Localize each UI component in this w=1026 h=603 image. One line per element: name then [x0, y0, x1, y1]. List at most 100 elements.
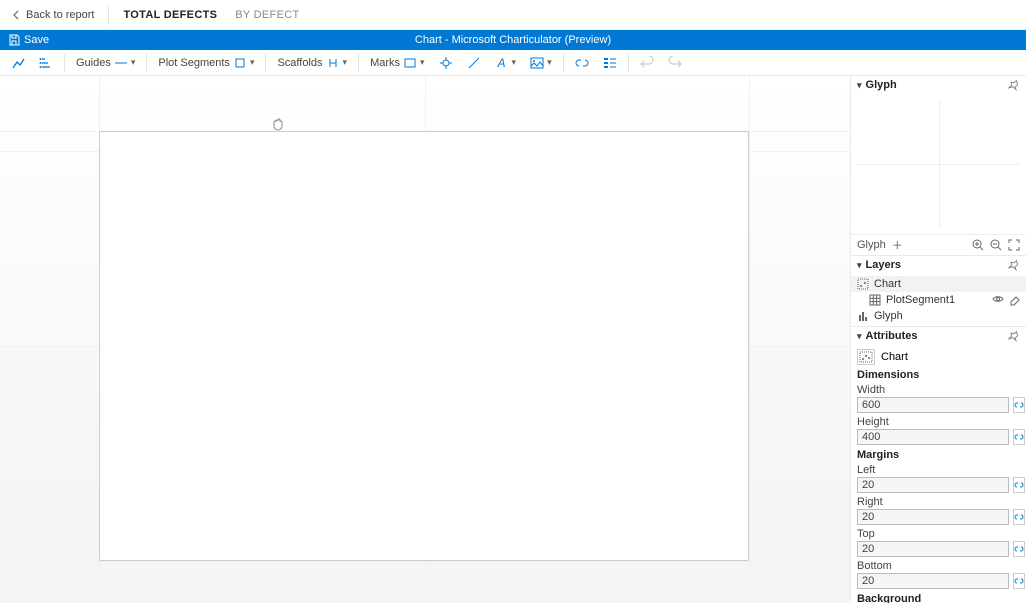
grid-icon [869, 294, 881, 306]
scaffolds-label: Scaffolds [277, 57, 322, 69]
glyph-panel-title: Glyph [866, 79, 897, 91]
grab-cursor-icon [270, 116, 286, 132]
dimensions-heading: Dimensions [857, 369, 1020, 381]
line-icon [467, 56, 481, 70]
toolbar: Guides ▾ Plot Segments ▾ Scaffolds ▾ Mar… [0, 50, 1026, 76]
zoom-fit-icon[interactable] [1008, 239, 1020, 251]
back-to-report-label: Back to report [26, 9, 94, 21]
pin-icon[interactable] [1008, 259, 1020, 271]
side-panel: ▾ Glyph Glyph ＋ [850, 76, 1026, 603]
top-strip: Back to report TOTAL DEFECTS BY DEFECT [0, 0, 1026, 30]
margin-top-label: Top [857, 528, 1020, 540]
attributes-panel-title: Attributes [866, 330, 918, 342]
chevron-down-icon[interactable]: ▾ [857, 260, 862, 271]
window-title: Chart - Microsoft Charticulator (Preview… [415, 34, 611, 46]
chevron-down-icon: ▾ [131, 57, 136, 68]
text-icon: A [495, 56, 509, 70]
width-label: Width [857, 384, 1020, 396]
guides-label: Guides [76, 57, 111, 69]
layer-item-chart[interactable]: Chart [851, 276, 1026, 292]
back-to-report-button[interactable]: Back to report [12, 5, 109, 25]
glyph-footer: Glyph ＋ [851, 234, 1026, 255]
chart-icon [857, 278, 869, 290]
glyph-icon [857, 310, 869, 322]
chevron-down-icon[interactable]: ▾ [857, 80, 862, 91]
bind-data-button[interactable] [1013, 541, 1025, 557]
scaffold-icon [326, 56, 340, 70]
margin-top-input[interactable] [857, 541, 1009, 557]
symbol-icon [439, 56, 453, 70]
visibility-icon[interactable] [992, 294, 1004, 306]
attributes-object-label: Chart [881, 351, 908, 363]
layers-panel-title: Layers [866, 259, 901, 271]
bind-data-button[interactable] [1013, 429, 1025, 445]
image-mark-dropdown[interactable]: ▾ [525, 52, 557, 74]
chevron-down-icon: ▾ [512, 57, 517, 68]
bind-data-button[interactable] [1013, 477, 1025, 493]
width-input[interactable] [857, 397, 1009, 413]
bind-data-button[interactable] [1013, 573, 1025, 589]
new-chart-icon[interactable] [6, 52, 30, 74]
zoom-out-icon[interactable] [990, 239, 1002, 251]
erase-icon[interactable] [1008, 294, 1020, 306]
margin-bottom-input[interactable] [857, 573, 1009, 589]
plot-segment-icon [233, 56, 247, 70]
image-icon [530, 56, 544, 70]
undo-button[interactable] [635, 52, 659, 74]
chart-canvas[interactable] [99, 131, 749, 561]
guides-dropdown[interactable]: Guides ▾ [71, 52, 140, 74]
chevron-down-icon: ▾ [420, 57, 425, 68]
legend-icon [603, 56, 617, 70]
layers-panel: ▾ Layers Chart PlotSegment1 [851, 256, 1026, 327]
margin-bottom-label: Bottom [857, 560, 1020, 572]
marks-label: Marks [370, 57, 400, 69]
layer-item-glyph[interactable]: Glyph [851, 308, 1026, 324]
bind-data-button[interactable] [1013, 397, 1025, 413]
margin-right-input[interactable] [857, 509, 1009, 525]
margin-left-input[interactable] [857, 477, 1009, 493]
attributes-panel: ▾ Attributes Chart Dimensions Width [851, 327, 1026, 603]
redo-icon [668, 56, 682, 70]
line-mark-button[interactable] [462, 52, 486, 74]
plot-segments-dropdown[interactable]: Plot Segments ▾ [153, 52, 259, 74]
text-mark-dropdown[interactable]: A ▾ [490, 52, 522, 74]
nested-chart-icon[interactable] [34, 52, 58, 74]
chevron-left-icon [12, 10, 20, 20]
layer-label: PlotSegment1 [886, 294, 955, 306]
chevron-down-icon: ▾ [547, 57, 552, 68]
report-tabs: TOTAL DEFECTS BY DEFECT [109, 9, 299, 21]
symbol-mark-button[interactable] [434, 52, 458, 74]
layer-item-plotsegment[interactable]: PlotSegment1 [851, 292, 1026, 308]
height-label: Height [857, 416, 1020, 428]
tab-total-defects[interactable]: TOTAL DEFECTS [123, 9, 217, 21]
glyph-editor[interactable] [851, 94, 1026, 234]
link-tool-button[interactable] [570, 52, 594, 74]
pin-icon[interactable] [1008, 79, 1020, 91]
workspace: ▾ Glyph Glyph ＋ [0, 76, 1026, 603]
height-input[interactable] [857, 429, 1009, 445]
margin-left-label: Left [857, 464, 1020, 476]
chart-object-icon [857, 349, 875, 365]
legend-tool-button[interactable] [598, 52, 622, 74]
pin-icon[interactable] [1008, 330, 1020, 342]
zoom-in-icon[interactable] [972, 239, 984, 251]
tab-by-defect[interactable]: BY DEFECT [235, 9, 299, 21]
save-button[interactable]: Save [0, 34, 49, 46]
glyph-footer-label: Glyph [857, 239, 886, 251]
save-icon [8, 34, 20, 46]
canvas-area[interactable] [0, 76, 850, 603]
chevron-down-icon: ▾ [343, 57, 348, 68]
layer-list: Chart PlotSegment1 Glyph [851, 274, 1026, 326]
add-glyph-button[interactable]: ＋ [892, 237, 903, 253]
scaffolds-dropdown[interactable]: Scaffolds ▾ [272, 52, 352, 74]
guide-horizontal-icon [114, 56, 128, 70]
plot-segments-label: Plot Segments [158, 57, 230, 69]
redo-button[interactable] [663, 52, 687, 74]
undo-icon [640, 56, 654, 70]
layer-label: Glyph [874, 310, 903, 322]
margin-right-label: Right [857, 496, 1020, 508]
marks-dropdown[interactable]: Marks ▾ [365, 52, 429, 74]
bind-data-button[interactable] [1013, 509, 1025, 525]
chevron-down-icon: ▾ [250, 57, 255, 68]
chevron-down-icon[interactable]: ▾ [857, 331, 862, 342]
